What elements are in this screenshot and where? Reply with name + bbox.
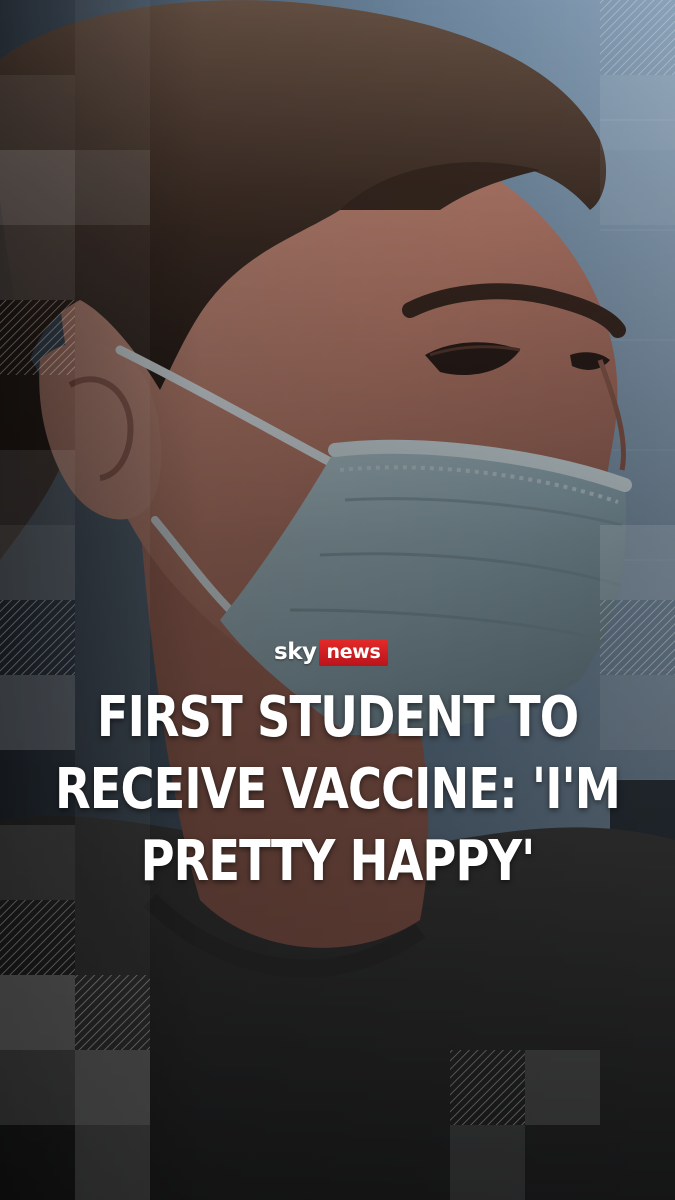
headline-line-3: PRETTY HAPPY' [140,829,536,894]
news-card: sky news FIRST STUDENT TO RECEIVE VACCIN… [0,0,675,1200]
logo-news-badge: news [319,638,388,666]
headline-line-2: RECEIVE VACCINE: 'I'M [54,757,621,822]
headline: FIRST STUDENT TO RECEIVE VACCINE: 'I'M P… [27,682,648,898]
logo-sky-wordmark: sky [274,639,317,665]
photo-student-in-mask [0,0,675,1200]
sky-news-logo: sky news [274,637,388,667]
headline-line-1: FIRST STUDENT TO [96,685,579,750]
